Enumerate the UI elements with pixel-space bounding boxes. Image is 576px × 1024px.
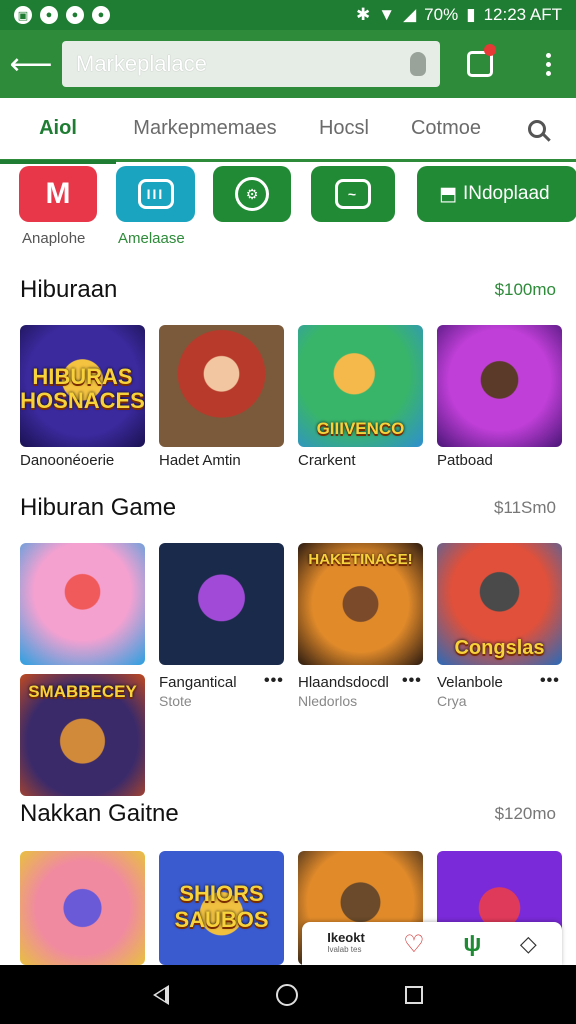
tile-caption: Danoonéoerie (20, 452, 115, 469)
more-options-icon[interactable]: ••• (264, 672, 284, 690)
section-meta[interactable]: $120mo (495, 804, 556, 824)
more-dot-icon (545, 61, 551, 67)
tile-art-text: Congslas (454, 637, 545, 659)
battery-level: 70% (424, 5, 459, 24)
mic-icon[interactable] (410, 52, 426, 76)
tile-caption: Crarkent (298, 452, 356, 469)
tab-marketplace[interactable]: Markepmemaes (116, 97, 294, 161)
notification-badge (484, 44, 496, 56)
app-icon: ● (92, 6, 110, 24)
game-tile[interactable] (20, 543, 145, 665)
status-left-icons: ▣ ● ● ● (14, 6, 110, 24)
section-title: Nakkan Gaitne (20, 800, 179, 827)
tile-caption: Velanbole (437, 674, 503, 691)
game-tile[interactable] (159, 325, 284, 447)
section-meta[interactable]: $11Sm0 (494, 498, 556, 518)
shortcut-label: Anaplohe (22, 230, 86, 247)
game-tile[interactable]: SMABBECEY (20, 674, 145, 796)
game-tile[interactable]: GIIIVENCO (298, 325, 423, 447)
more-options-icon[interactable]: ••• (540, 672, 560, 690)
tile-art-text: SHIORS SAUBOS (174, 881, 269, 932)
shortcut-app-1[interactable]: M (19, 166, 97, 222)
section-title: Hiburaan (20, 276, 118, 303)
chat-icon: III (137, 179, 174, 209)
search-input[interactable] (76, 51, 376, 77)
game-tile[interactable]: SHIORS SAUBOS (159, 851, 284, 965)
clock: 12:23 AFT (483, 5, 562, 24)
tile-caption: Fangantical (159, 674, 237, 691)
shortcut-row: M Anaplohe III Amelaase ⚙ ~ ⬒ INdoplaad (0, 166, 576, 256)
app-icon: ● (66, 6, 84, 24)
download-label: INdoplaad (462, 183, 550, 204)
more-dot-icon (545, 52, 551, 58)
gauge-icon: ⚙ (235, 177, 269, 211)
tile-caption: Hadet Amtin (159, 452, 241, 469)
tile-art-text: GIIIVENCO (316, 419, 405, 438)
app-icon: ● (40, 6, 58, 24)
tab-comic[interactable]: Cotmoe (394, 97, 498, 161)
favorite-icon[interactable]: ♡ (403, 930, 425, 959)
section-header: Nakkan Gaitne $120mo (20, 800, 556, 828)
shortcut-app-4[interactable]: ~ (311, 166, 395, 222)
tag-icon[interactable]: ◇ (520, 931, 537, 957)
section-header: Hiburan Game $11Sm0 (20, 494, 556, 522)
compose-button[interactable] (440, 30, 520, 98)
section-header: Hiburaan $100mo (20, 276, 556, 304)
status-bar: ▣ ● ● ● ✱ ▼ ◢ 70% ▮ 12:23 AFT (0, 0, 576, 30)
message-icon: ~ (335, 179, 371, 209)
game-tile[interactable]: HIBURAS HOSNACES (20, 325, 145, 447)
tile-art-text: HAKETINAGE! (308, 551, 413, 568)
system-navigation-bar (0, 965, 576, 1024)
tab-hot[interactable]: Hocsl (294, 97, 394, 161)
download-icon: ⬒ (439, 183, 457, 205)
download-button[interactable]: ⬒ INdoplaad (417, 166, 576, 222)
game-tile[interactable] (437, 325, 562, 447)
back-button[interactable]: ⟵ (0, 30, 62, 98)
more-dot-icon (545, 70, 551, 76)
search-icon (528, 119, 546, 138)
pill-brand[interactable]: Ikeokt Ivalab tes (327, 930, 365, 956)
tab-all[interactable]: Aiol (0, 97, 116, 164)
tab-search[interactable] (498, 97, 576, 161)
pill-brand-sublabel: Ivalab tes (327, 945, 362, 954)
nav-home-icon[interactable] (275, 983, 298, 1006)
bluetooth-icon: ✱ (356, 5, 371, 24)
plant-icon[interactable]: ψ (463, 930, 481, 958)
wifi-icon: ▼ (378, 5, 396, 24)
tile-caption: Patboad (437, 452, 493, 469)
section-title: Hiburan Game (20, 494, 177, 521)
more-options-icon[interactable]: ••• (402, 672, 422, 690)
status-right: ✱ ▼ ◢ 70% ▮ 12:23 AFT (356, 5, 562, 25)
game-tile[interactable]: HAKETINAGE! (298, 543, 423, 665)
shortcut-app-3[interactable]: ⚙ (213, 166, 291, 222)
tile-subtitle: Stote (159, 693, 192, 709)
game-tile[interactable] (20, 851, 145, 965)
battery-icon: ▮ (466, 5, 476, 24)
m-logo-icon: M (45, 177, 71, 210)
tile-caption: Hlaandsdocdl (298, 674, 389, 691)
tab-bar: Aiol Markepmemaes Hocsl Cotmoe (0, 97, 576, 164)
game-tile[interactable]: Congslas (437, 543, 562, 665)
notification-icon: ▣ (14, 6, 32, 24)
more-options-button[interactable] (520, 30, 576, 98)
shortcut-app-2[interactable]: III (116, 166, 195, 222)
tile-art-text: SMABBECEY (28, 682, 137, 701)
nav-recents-icon[interactable] (404, 985, 423, 1004)
nav-back-icon[interactable] (153, 984, 170, 1005)
search-box[interactable] (62, 41, 440, 87)
game-tile[interactable] (159, 543, 284, 665)
signal-icon: ◢ (403, 5, 417, 24)
app-bar: ⟵ (0, 30, 576, 98)
tile-art-text: HIBURAS HOSNACES (20, 364, 145, 413)
section-meta[interactable]: $100mo (495, 280, 556, 300)
pill-brand-label: Ikeokt (327, 930, 365, 945)
back-arrow-icon: ⟵ (9, 47, 53, 81)
tile-subtitle: Crya (437, 693, 467, 709)
tile-subtitle: Nledorlos (298, 693, 358, 709)
shortcut-label: Amelaase (118, 230, 185, 247)
floating-action-bar: Ikeokt Ivalab tes ♡ ψ ◇ (302, 922, 562, 966)
